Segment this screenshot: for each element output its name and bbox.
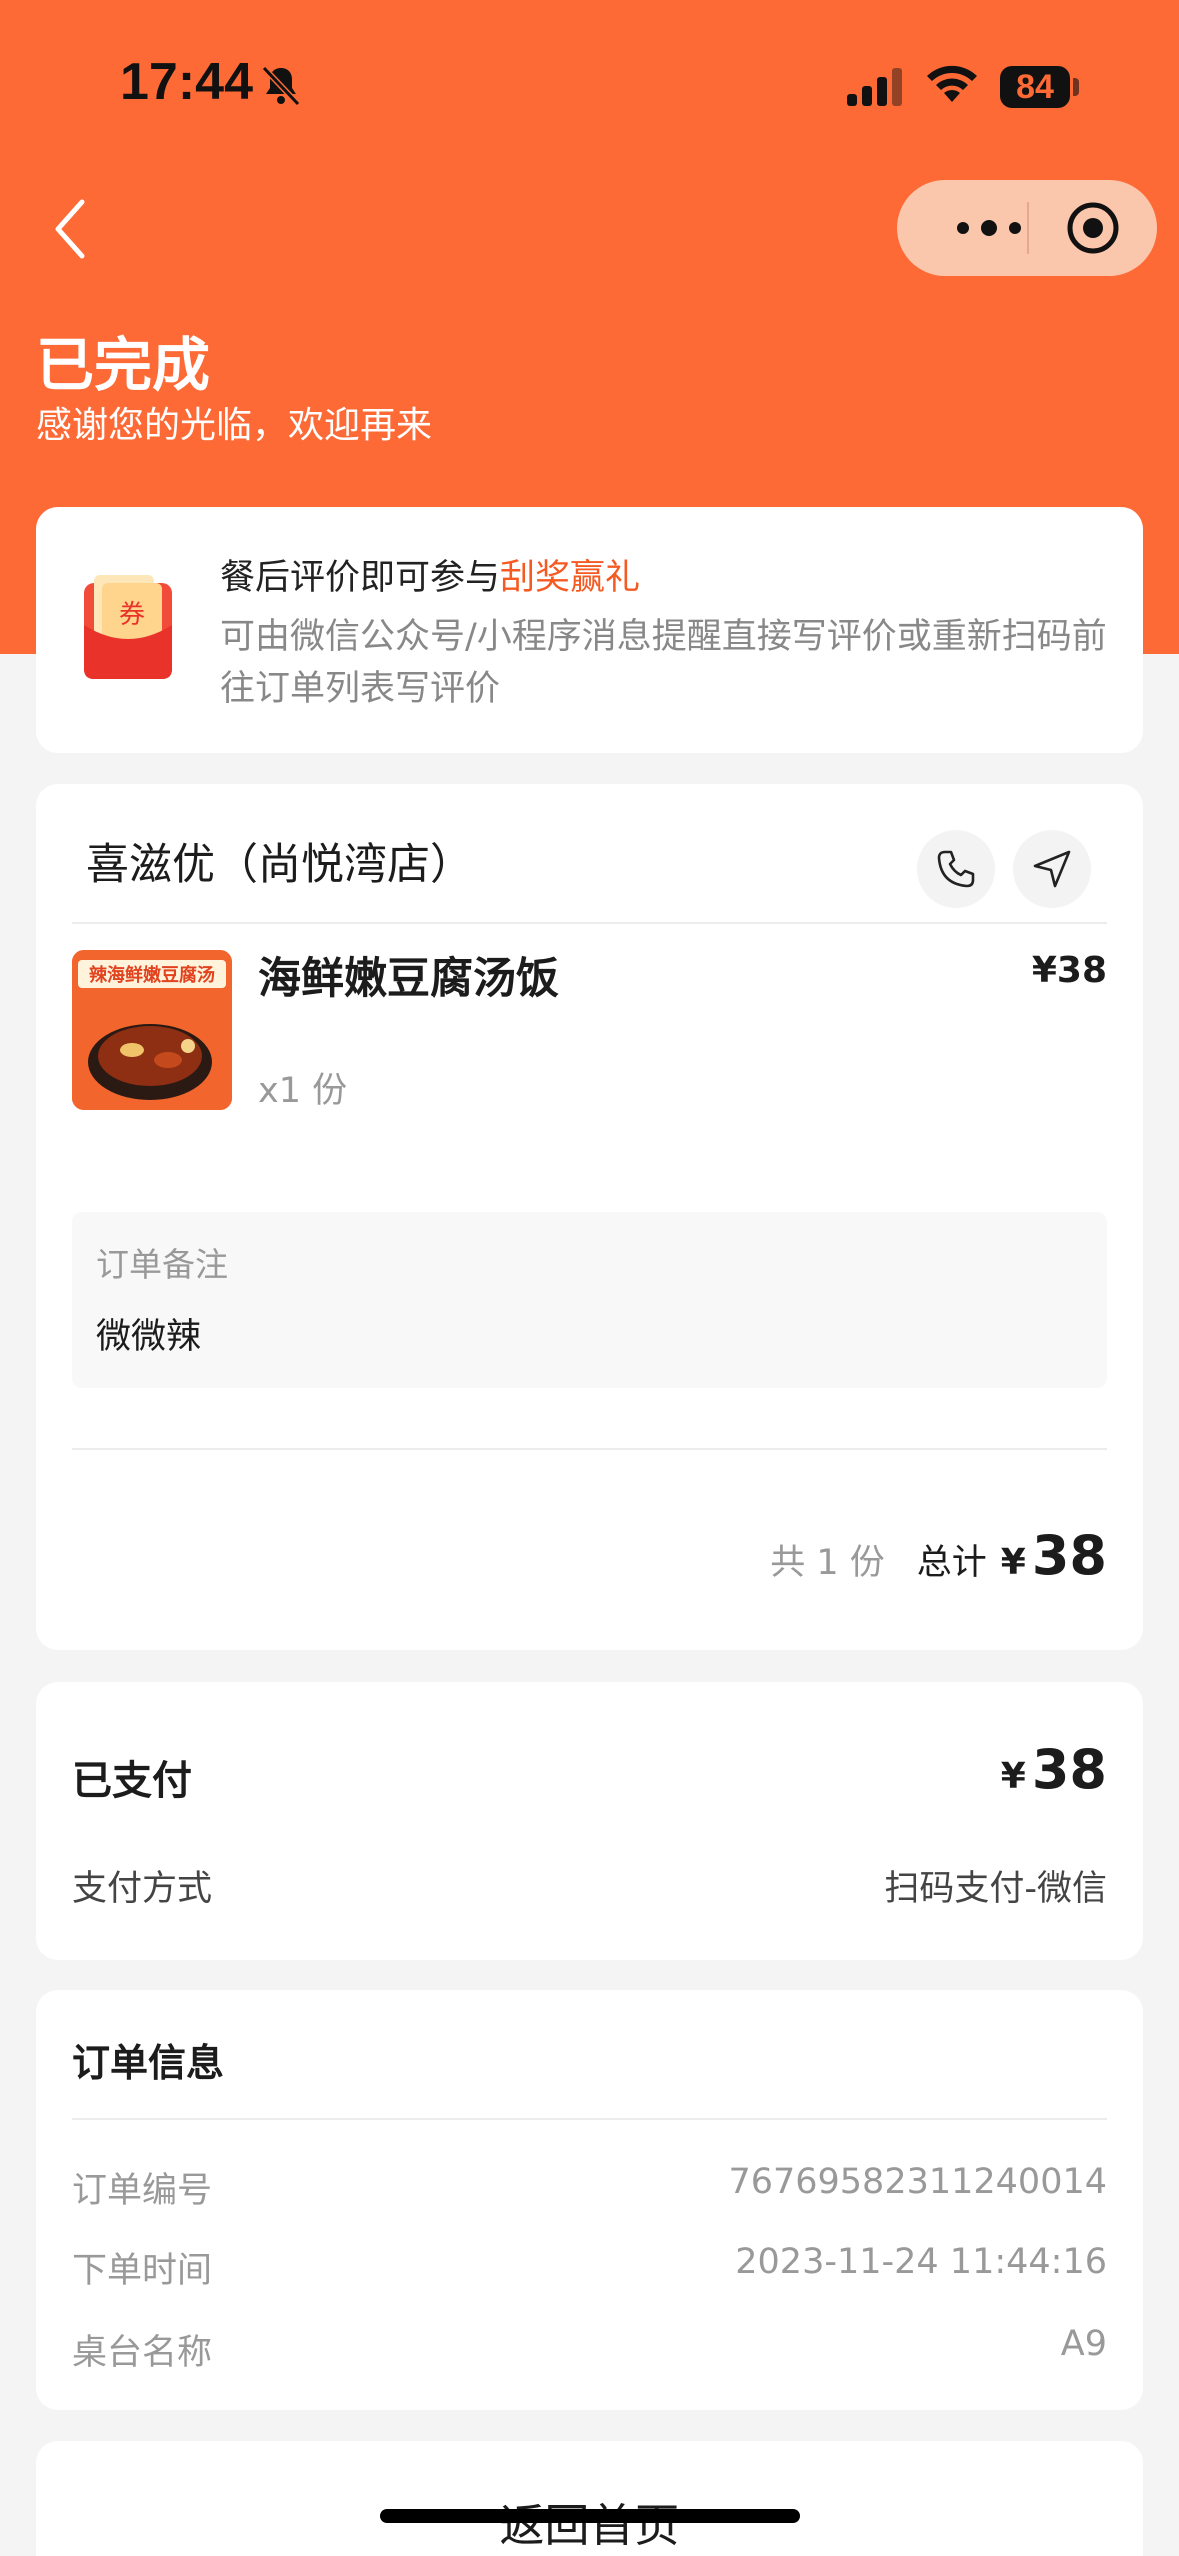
paid-amount: ¥ 38 [1001, 1738, 1107, 1801]
capsule-divider [1027, 202, 1029, 254]
navigation-arrow-icon [1033, 850, 1071, 888]
remark-value: 微微辣 [96, 1317, 202, 1357]
dish-image: 辣海鲜嫩豆腐汤 [72, 950, 232, 1110]
order-remark-box: 订单备注 微微辣 [72, 1212, 1107, 1388]
back-home-button[interactable]: 返回首页 [36, 2441, 1143, 2556]
cellular-signal-icon [847, 68, 902, 106]
info-row-order-number: 订单编号 7676958231124001​4 [72, 2162, 1107, 2212]
status-time: 17:44 [120, 53, 253, 111]
info-label: 桌台名称 [72, 2333, 213, 2373]
payment-method-value: 扫码支付-微信 [884, 1869, 1107, 1909]
info-label: 订单编号 [72, 2171, 213, 2211]
dish-name: 海鲜嫩豆腐汤饭 [258, 954, 559, 1004]
navigate-store-button[interactable] [1013, 830, 1091, 908]
close-target-icon[interactable] [1065, 200, 1121, 256]
info-value[interactable]: 7676958231124001​4 [728, 2162, 1107, 2202]
battery-tip [1073, 78, 1079, 96]
home-indicator[interactable] [380, 2509, 800, 2523]
promo-description: 可由微信公众号/小程序消息提醒直接写评价或重新扫码前往订单列表写评价 [220, 617, 1107, 709]
total-amount: 38 [1031, 1524, 1107, 1587]
bell-muted-icon [261, 65, 301, 107]
info-row-table-name: 桌台名称 A9 [72, 2324, 1107, 2374]
order-detail-card: 喜滋优（尚悦湾店） 辣海鲜嫩豆腐汤 海鲜嫩豆腐汤饭 ¥38 x1 份 订单备注 … [36, 784, 1143, 1650]
total-label: 总计 [916, 1543, 987, 1583]
order-status-subtitle: 感谢您的光临，欢迎再来 [36, 405, 433, 446]
total-item-count: 共 1 份 [770, 1543, 885, 1583]
review-promo-card[interactable]: 券 餐后评价即可参与刮奖赢礼 可由微信公众号/小程序消息提醒直接写评价或重新扫码… [36, 507, 1143, 753]
order-total-row: 共 1 份 总计 ¥ 38 [770, 1524, 1107, 1594]
more-dots-icon[interactable] [953, 210, 1025, 246]
dish-price: ¥38 [1031, 950, 1107, 991]
total-currency: ¥ [1000, 1542, 1026, 1583]
order-info-card: 订单信息 订单编号 7676958231124001​4 下单时间 2023-1… [36, 1990, 1143, 2410]
call-store-button[interactable] [917, 830, 995, 908]
promo-title: 餐后评价即可参与刮奖赢礼 [220, 549, 640, 600]
mini-program-capsule [897, 180, 1157, 276]
paid-value: 38 [1031, 1738, 1107, 1801]
back-arrow-icon[interactable] [48, 196, 98, 262]
info-label: 下单时间 [72, 2251, 213, 2291]
remark-label: 订单备注 [96, 1245, 228, 1284]
info-divider [72, 2118, 1107, 2120]
wifi-icon [927, 65, 977, 102]
coupon-glyph: 券 [119, 600, 145, 630]
payment-card: 已支付 ¥ 38 支付方式 扫码支付-微信 [36, 1682, 1143, 1960]
payment-method-label: 支付方式 [72, 1869, 213, 1909]
order-info-title: 订单信息 [72, 2041, 225, 2085]
red-envelope-coupon-icon: 券 [84, 575, 172, 679]
dish-image-label: 辣海鲜嫩豆腐汤 [89, 964, 215, 986]
phone-icon [937, 850, 975, 888]
promo-title-prefix: 餐后评价即可参与 [220, 558, 501, 598]
order-status-title: 已完成 [36, 331, 211, 399]
total-divider [72, 1448, 1107, 1450]
info-value: 2023-11-24 11:44:16 [735, 2242, 1107, 2282]
info-value: A9 [1060, 2324, 1107, 2364]
info-row-order-time: 下单时间 2023-11-24 11:44:16 [72, 2242, 1107, 2292]
store-divider [72, 922, 1107, 924]
payment-status: 已支付 [72, 1758, 192, 1804]
paid-currency: ¥ [1000, 1756, 1026, 1797]
dish-quantity: x1 份 [258, 1071, 348, 1111]
store-name[interactable]: 喜滋优（尚悦湾店） [86, 830, 473, 892]
promo-title-highlight: 刮奖赢礼 [500, 558, 641, 598]
dish-illustration: 辣海鲜嫩豆腐汤 [72, 950, 232, 1110]
battery-indicator: 84 [1000, 66, 1070, 108]
